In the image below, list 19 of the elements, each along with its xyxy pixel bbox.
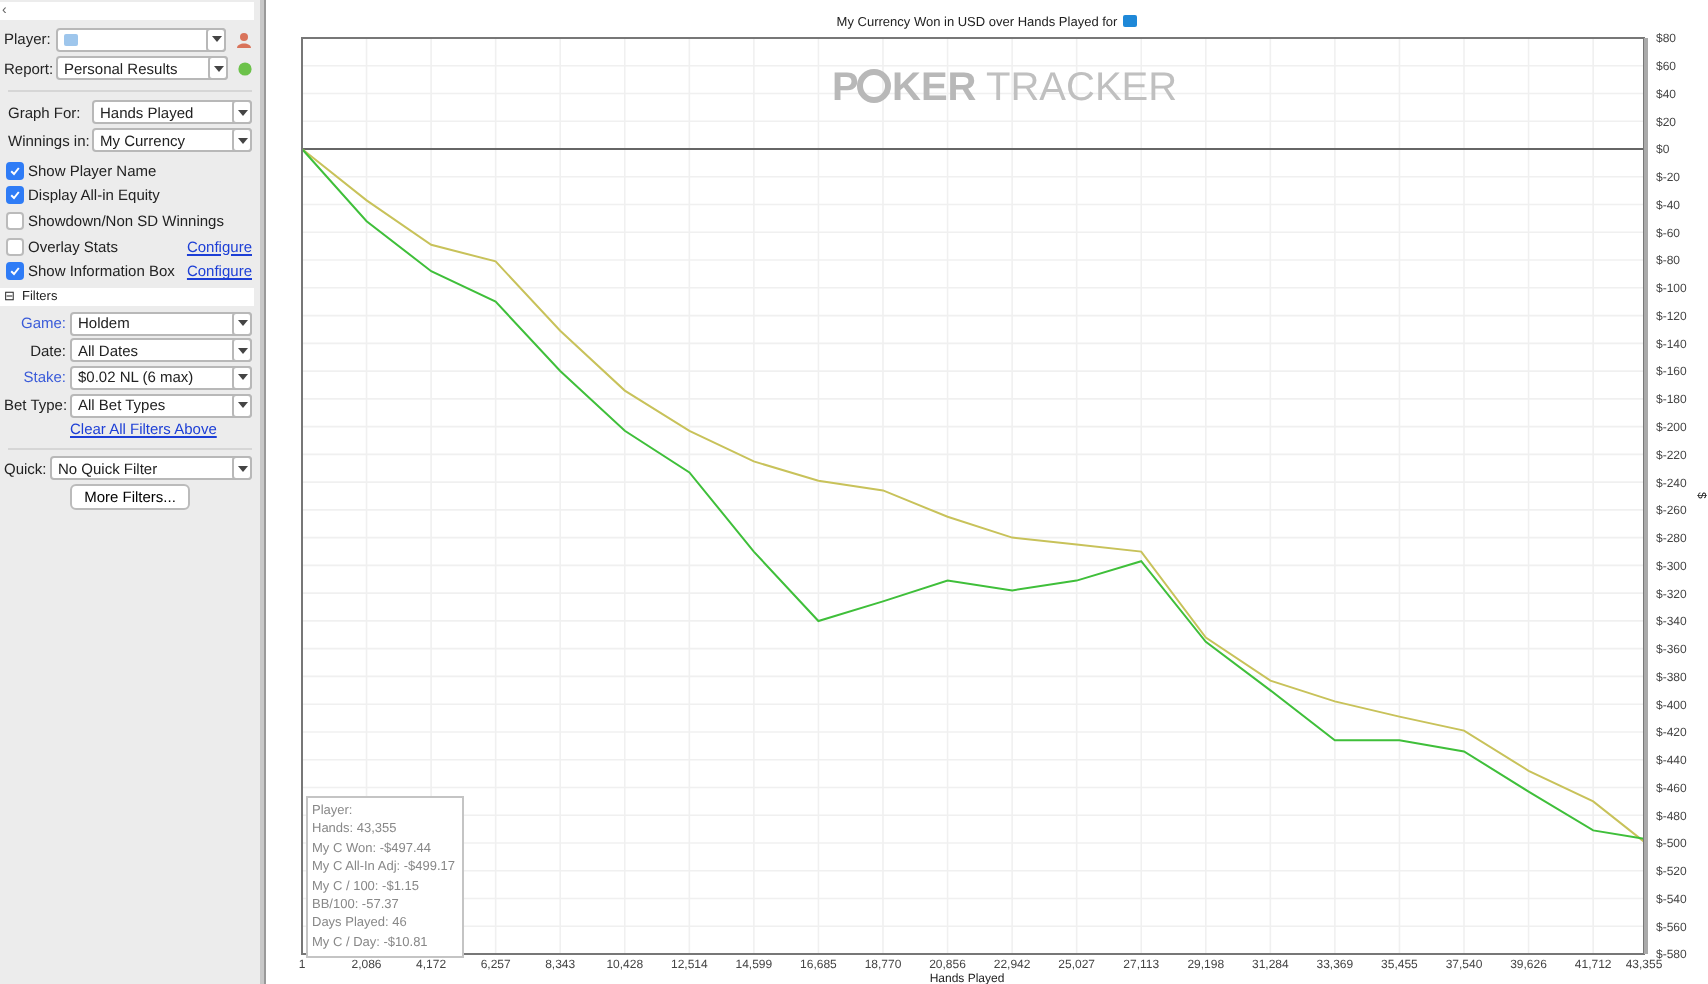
status-icon[interactable] xyxy=(238,61,252,75)
checkbox[interactable] xyxy=(6,262,24,281)
watermark-logo: P KER TRACKER xyxy=(832,66,1178,110)
caret-icon xyxy=(237,347,247,354)
caret-icon xyxy=(211,36,221,42)
player-dropdown[interactable] xyxy=(56,27,226,51)
caret-icon xyxy=(237,402,247,409)
caret-icon xyxy=(213,65,223,71)
person-icon[interactable] xyxy=(236,31,252,47)
caret-icon xyxy=(237,137,247,143)
checkbox[interactable] xyxy=(6,186,24,205)
player-icon xyxy=(64,33,78,45)
caret-icon xyxy=(237,374,247,381)
checkbox[interactable] xyxy=(6,211,24,230)
caret-icon xyxy=(237,465,247,472)
caret-icon xyxy=(237,320,247,327)
checkbox[interactable] xyxy=(6,161,24,180)
caret-icon xyxy=(237,109,247,115)
checkbox[interactable] xyxy=(6,237,24,256)
